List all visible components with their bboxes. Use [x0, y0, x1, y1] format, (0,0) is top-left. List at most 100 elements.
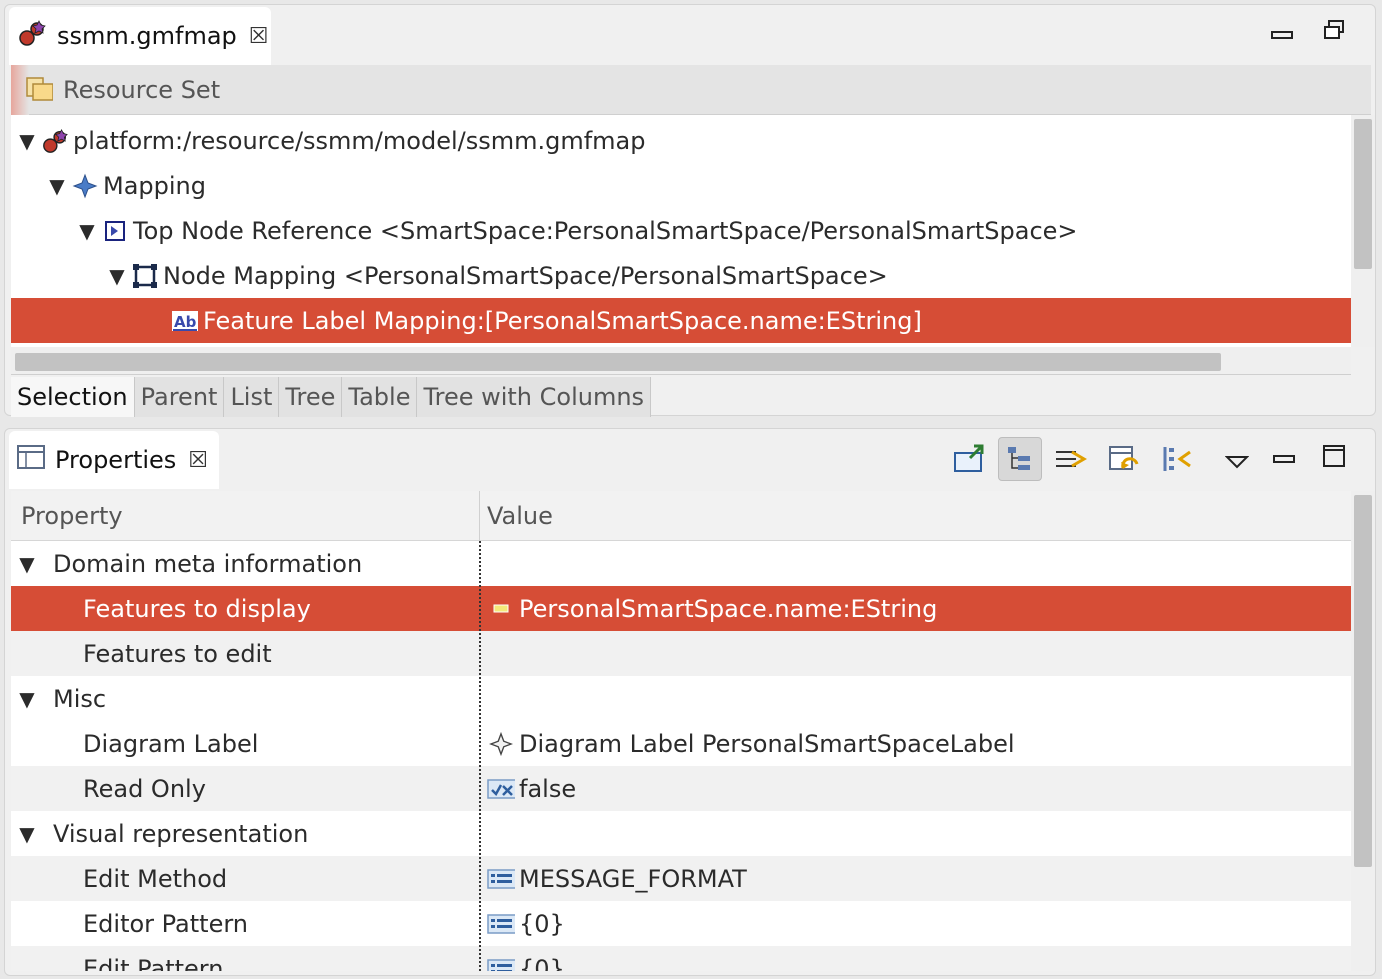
maximize-icon[interactable]	[1323, 445, 1345, 473]
property-row-edit-method[interactable]: Edit Method MESSAGE_FORMAT	[11, 856, 1351, 901]
resource-tree: ▼ platform:/resource/ssmm/model/ssmm.gmf…	[11, 115, 1351, 347]
property-value-text: MESSAGE_FORMAT	[519, 864, 747, 893]
property-row-diagram-label[interactable]: Diagram Label Diagram Label PersonalSmar…	[11, 721, 1351, 766]
expand-arrow-icon[interactable]: ▼	[17, 129, 37, 153]
property-value-text: false	[519, 774, 577, 803]
tab-tree[interactable]: Tree	[279, 377, 343, 417]
tree-item-label: Feature Label Mapping:[PersonalSmartSpac…	[203, 306, 922, 335]
property-value[interactable]: false	[483, 766, 576, 811]
category-domain-meta[interactable]: ▼ Domain meta information	[11, 541, 1351, 586]
gmfmap-file-icon	[17, 18, 47, 54]
property-value[interactable]: Diagram Label PersonalSmartSpaceLabel	[483, 721, 1015, 766]
properties-panel: Properties ☒ Property Value ▼ Domain met…	[4, 428, 1376, 976]
mapping-icon	[71, 172, 99, 200]
tree-item-mapping[interactable]: ▼ Mapping	[11, 163, 1351, 208]
property-value-text: PersonalSmartSpace.name:EString	[519, 594, 938, 623]
expand-arrow-icon[interactable]: ▼	[47, 174, 67, 198]
resource-set-icon	[25, 76, 53, 104]
properties-vertical-scrollbar[interactable]	[1351, 491, 1375, 971]
property-name: Read Only	[83, 774, 206, 803]
property-name: Editor Pattern	[83, 909, 248, 938]
close-icon[interactable]: ☒	[249, 24, 269, 49]
tab-selection[interactable]: Selection	[11, 377, 135, 417]
column-header-value[interactable]: Value	[487, 491, 553, 541]
gmfmap-file-icon	[41, 127, 69, 155]
property-value-text: {0}	[519, 954, 565, 972]
show-categories-button[interactable]	[998, 437, 1042, 481]
editor-tab[interactable]: ssmm.gmfmap ☒	[9, 7, 271, 65]
expand-arrow-icon[interactable]: ▼	[107, 264, 127, 288]
property-row-editor-pattern[interactable]: Editor Pattern {0}	[11, 901, 1351, 946]
tab-parent[interactable]: Parent	[134, 377, 225, 417]
properties-tab[interactable]: Properties ☒	[9, 431, 219, 489]
eattribute-icon	[487, 595, 515, 623]
restore-default-value-button[interactable]	[1102, 437, 1146, 481]
top-node-reference-icon	[101, 217, 129, 245]
column-divider[interactable]	[479, 541, 481, 971]
enum-icon	[487, 955, 515, 971]
property-row-features-to-display[interactable]: Features to display PersonalSmartSpace.n…	[11, 586, 1351, 631]
property-name: Edit Method	[83, 864, 228, 893]
tree-item-label: platform:/resource/ssmm/model/ssmm.gmfma…	[73, 126, 646, 155]
property-table-header: Property Value	[11, 491, 1351, 541]
resource-set-header: Resource Set	[11, 65, 1371, 115]
tree-horizontal-scrollbar[interactable]	[11, 347, 1351, 375]
properties-view-icon	[17, 444, 45, 476]
editor-tab-title: ssmm.gmfmap	[57, 22, 237, 50]
close-icon[interactable]: ☒	[188, 448, 208, 473]
property-name: Features to edit	[83, 639, 272, 668]
svg-text:Ab: Ab	[174, 313, 197, 331]
boolean-icon	[487, 775, 515, 803]
tree-item-label: Top Node Reference <SmartSpace:PersonalS…	[133, 216, 1078, 245]
property-value[interactable]: {0}	[483, 946, 565, 971]
tree-item-label: Mapping	[103, 171, 206, 200]
feature-label-mapping-icon: Ab	[171, 307, 199, 335]
property-name: Features to display	[83, 594, 311, 623]
tree-item-node-mapping[interactable]: ▼ Node Mapping <PersonalSmartSpace/Perso…	[11, 253, 1351, 298]
property-row-features-to-edit[interactable]: Features to edit	[11, 631, 1351, 676]
minimize-icon[interactable]	[1273, 445, 1295, 473]
property-value-text: Diagram Label PersonalSmartSpaceLabel	[519, 729, 1015, 758]
node-mapping-icon	[131, 262, 159, 290]
viewer-tabs: Selection Parent List Tree Table Tree wi…	[11, 377, 652, 417]
property-row-edit-pattern[interactable]: Edit Pattern {0}	[11, 946, 1351, 971]
editor-panel: ssmm.gmfmap ☒ Resource Set ▼ platform:/r…	[4, 4, 1376, 417]
properties-tab-title: Properties	[55, 446, 177, 474]
tree-item-resource[interactable]: ▼ platform:/resource/ssmm/model/ssmm.gmf…	[11, 118, 1351, 163]
category-label: Visual representation	[53, 819, 309, 848]
tab-list[interactable]: List	[224, 377, 280, 417]
column-header-property[interactable]: Property	[21, 491, 123, 541]
property-value[interactable]: PersonalSmartSpace.name:EString	[483, 586, 937, 631]
enum-icon	[487, 910, 515, 938]
property-name: Diagram Label	[83, 729, 259, 758]
show-advanced-properties-button[interactable]	[1049, 437, 1093, 481]
tree-item-label: Node Mapping <PersonalSmartSpace/Persona…	[163, 261, 888, 290]
category-misc[interactable]: ▼ Misc	[11, 676, 1351, 721]
property-value[interactable]: {0}	[483, 901, 565, 946]
property-value[interactable]: MESSAGE_FORMAT	[483, 856, 747, 901]
expand-arrow-icon[interactable]: ▼	[17, 822, 37, 846]
property-value-text: {0}	[519, 909, 565, 938]
tree-item-top-node-reference[interactable]: ▼ Top Node Reference <SmartSpace:Persona…	[11, 208, 1351, 253]
diagram-label-icon	[487, 730, 515, 758]
view-menu-icon[interactable]	[1224, 447, 1250, 475]
category-label: Misc	[53, 684, 107, 713]
tab-tree-with-columns[interactable]: Tree with Columns	[417, 377, 652, 417]
restore-icon[interactable]	[1323, 19, 1347, 47]
category-label: Domain meta information	[53, 549, 363, 578]
enum-icon	[487, 865, 515, 893]
expand-arrow-icon[interactable]: ▼	[17, 687, 37, 711]
property-row-read-only[interactable]: Read Only false	[11, 766, 1351, 811]
tree-item-feature-label-mapping[interactable]: Ab Feature Label Mapping:[PersonalSmartS…	[11, 298, 1351, 343]
pin-to-selection-button[interactable]	[947, 437, 991, 481]
resource-set-label: Resource Set	[63, 75, 221, 104]
property-name: Edit Pattern	[83, 954, 224, 972]
minimize-icon[interactable]	[1271, 21, 1293, 49]
expand-arrow-icon[interactable]: ▼	[77, 219, 97, 243]
expand-arrow-icon[interactable]: ▼	[17, 552, 37, 576]
category-visual-representation[interactable]: ▼ Visual representation	[11, 811, 1351, 856]
tab-table[interactable]: Table	[342, 377, 418, 417]
tree-vertical-scrollbar[interactable]	[1351, 115, 1375, 347]
property-table: ▼ Domain meta information Features to di…	[11, 541, 1351, 971]
collapse-all-button[interactable]	[1155, 437, 1199, 481]
